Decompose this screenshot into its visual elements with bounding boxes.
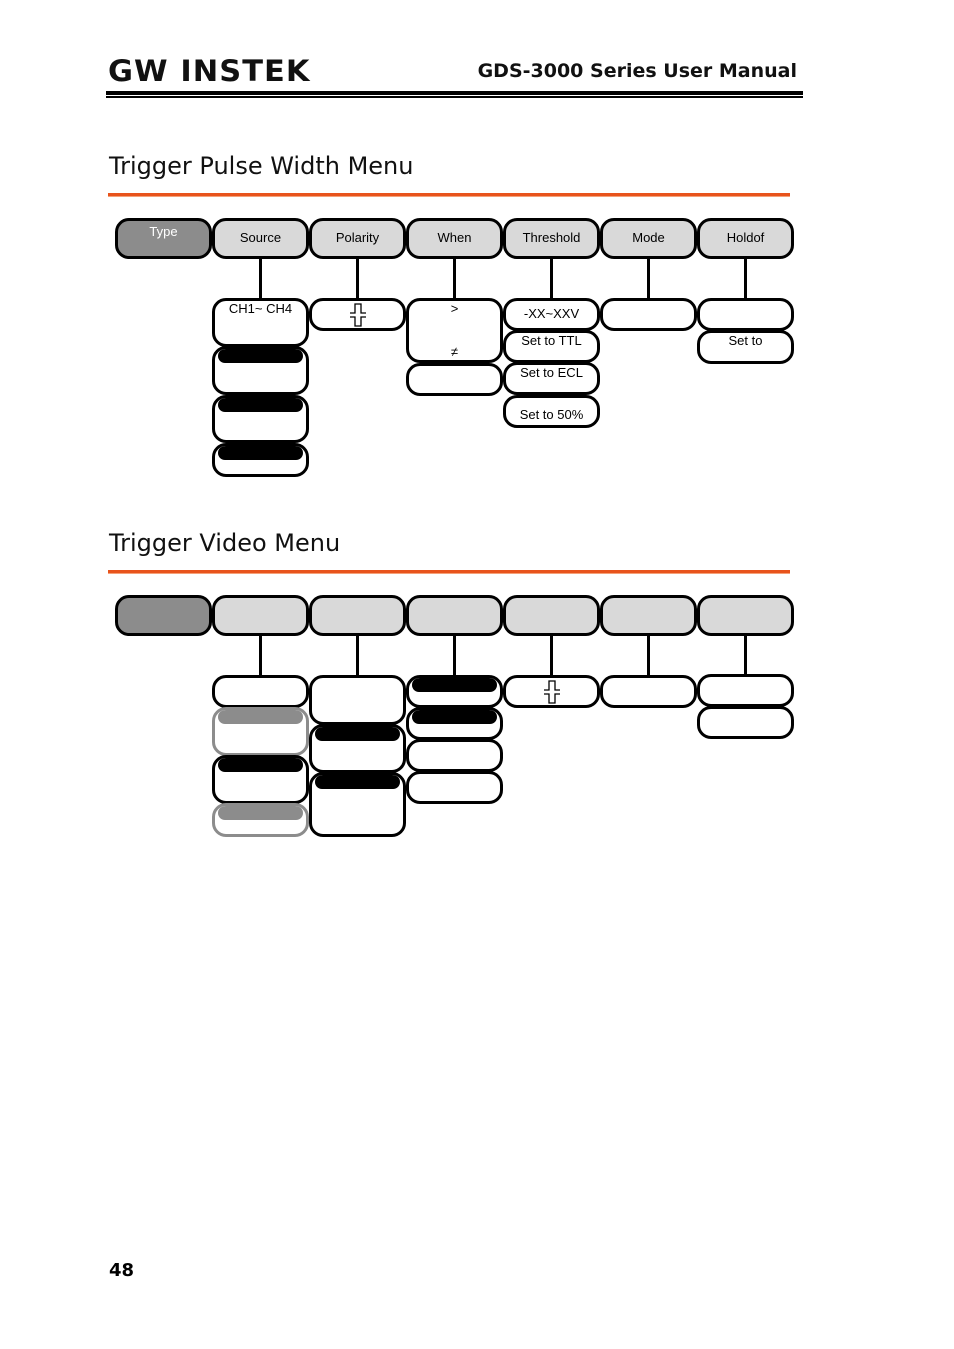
threshold-option: Set to TTL (503, 330, 600, 363)
threshold-option: Set to ECL (503, 362, 600, 395)
video-menu-button-mode (600, 595, 697, 636)
threshold-option: Set to 50% (503, 395, 600, 428)
video-menu-button-type (115, 595, 212, 636)
box-label: CH1~ CH4 (228, 301, 293, 316)
menu-bar-highlight (412, 678, 497, 692)
box-label: Mode (632, 230, 665, 245)
menu-bar-highlight (315, 775, 400, 789)
menu-button-polarity: Polarity (309, 218, 406, 259)
video-holdoff-option (697, 706, 794, 739)
box-label: Type (149, 224, 178, 239)
pulse-polarity-icon (544, 680, 560, 704)
video-when-option (406, 675, 503, 708)
connector-line (744, 635, 747, 676)
source-option (212, 443, 309, 477)
menu-button-threshold: Threshold (503, 218, 600, 259)
box-label: When (437, 230, 472, 245)
connector-line (550, 635, 553, 676)
video-source-option (212, 675, 309, 708)
connector-line (453, 635, 456, 676)
source-option (212, 395, 309, 443)
box-label: Set to 50% (519, 407, 584, 422)
manual-page: GW INSTEK GDS-3000 Series User Manual Tr… (0, 0, 954, 1349)
box-label: Set to ECL (520, 365, 583, 380)
menu-button-source: Source (212, 218, 309, 259)
video-menu-button-polarity (309, 595, 406, 636)
connector-line (647, 635, 650, 676)
menu-bar-highlight (218, 758, 303, 772)
header-rule-thin (106, 96, 803, 98)
source-option: CH1~ CH4 (212, 298, 309, 347)
box-label: Threshold (522, 230, 581, 245)
source-option (212, 346, 309, 395)
box-label: Polarity (335, 230, 380, 245)
section-rule (108, 570, 790, 574)
section-title-video: Trigger Video Menu (109, 529, 341, 557)
menu-bar-highlight (315, 727, 400, 741)
menu-bar-highlight (218, 349, 303, 363)
holdoff-option (697, 298, 794, 331)
box-label: Source (239, 230, 282, 245)
video-source-option (212, 707, 309, 756)
video-source-option (212, 755, 309, 804)
menu-bar-highlight (218, 710, 303, 724)
video-menu-button-threshold (503, 595, 600, 636)
video-polarity-option (309, 772, 406, 837)
when-option: > ≠ (406, 298, 503, 363)
connector-line (453, 258, 456, 299)
when-option (406, 363, 503, 396)
menu-button-holdoff: Holdof (697, 218, 794, 259)
menu-bar-highlight (412, 710, 497, 724)
threshold-option: -XX~XXV (503, 298, 600, 331)
box-label: Holdof (726, 230, 765, 245)
box-label: Set to (728, 333, 763, 348)
video-polarity-option (309, 724, 406, 773)
menu-bar-highlight (218, 398, 303, 412)
connector-line (356, 635, 359, 676)
mode-option (600, 298, 697, 331)
video-menu-button-when (406, 595, 503, 636)
menu-button-type: Type (115, 218, 212, 259)
gw-instek-logo: GW INSTEK (108, 54, 311, 88)
menu-bar-highlight (218, 446, 303, 460)
connector-line (356, 258, 359, 299)
connector-line (550, 258, 553, 299)
video-polarity-option (309, 675, 406, 725)
menu-button-mode: Mode (600, 218, 697, 259)
video-when-option (406, 739, 503, 772)
video-source-option (212, 803, 309, 837)
holdoff-option: Set to (697, 330, 794, 364)
video-menu-button-source (212, 595, 309, 636)
box-label: > (450, 301, 459, 316)
connector-line (744, 258, 747, 299)
box-label: ≠ (450, 344, 459, 359)
menu-bar-highlight (218, 806, 303, 820)
connector-line (259, 258, 262, 299)
video-mode-option (600, 675, 697, 708)
header-rule (106, 91, 803, 95)
connector-line (259, 635, 262, 676)
video-holdoff-option (697, 674, 794, 707)
connector-line (647, 258, 650, 299)
manual-title: GDS-3000 Series User Manual (477, 60, 797, 82)
section-title-pulse-width: Trigger Pulse Width Menu (109, 152, 414, 180)
video-when-option (406, 707, 503, 740)
section-rule (108, 193, 790, 197)
pulse-polarity-icon (350, 303, 366, 327)
box-label: -XX~XXV (523, 306, 580, 321)
box-label: Set to TTL (521, 333, 582, 348)
page-number: 48 (109, 1260, 135, 1281)
video-menu-button-holdoff (697, 595, 794, 636)
video-when-option (406, 771, 503, 804)
menu-button-when: When (406, 218, 503, 259)
